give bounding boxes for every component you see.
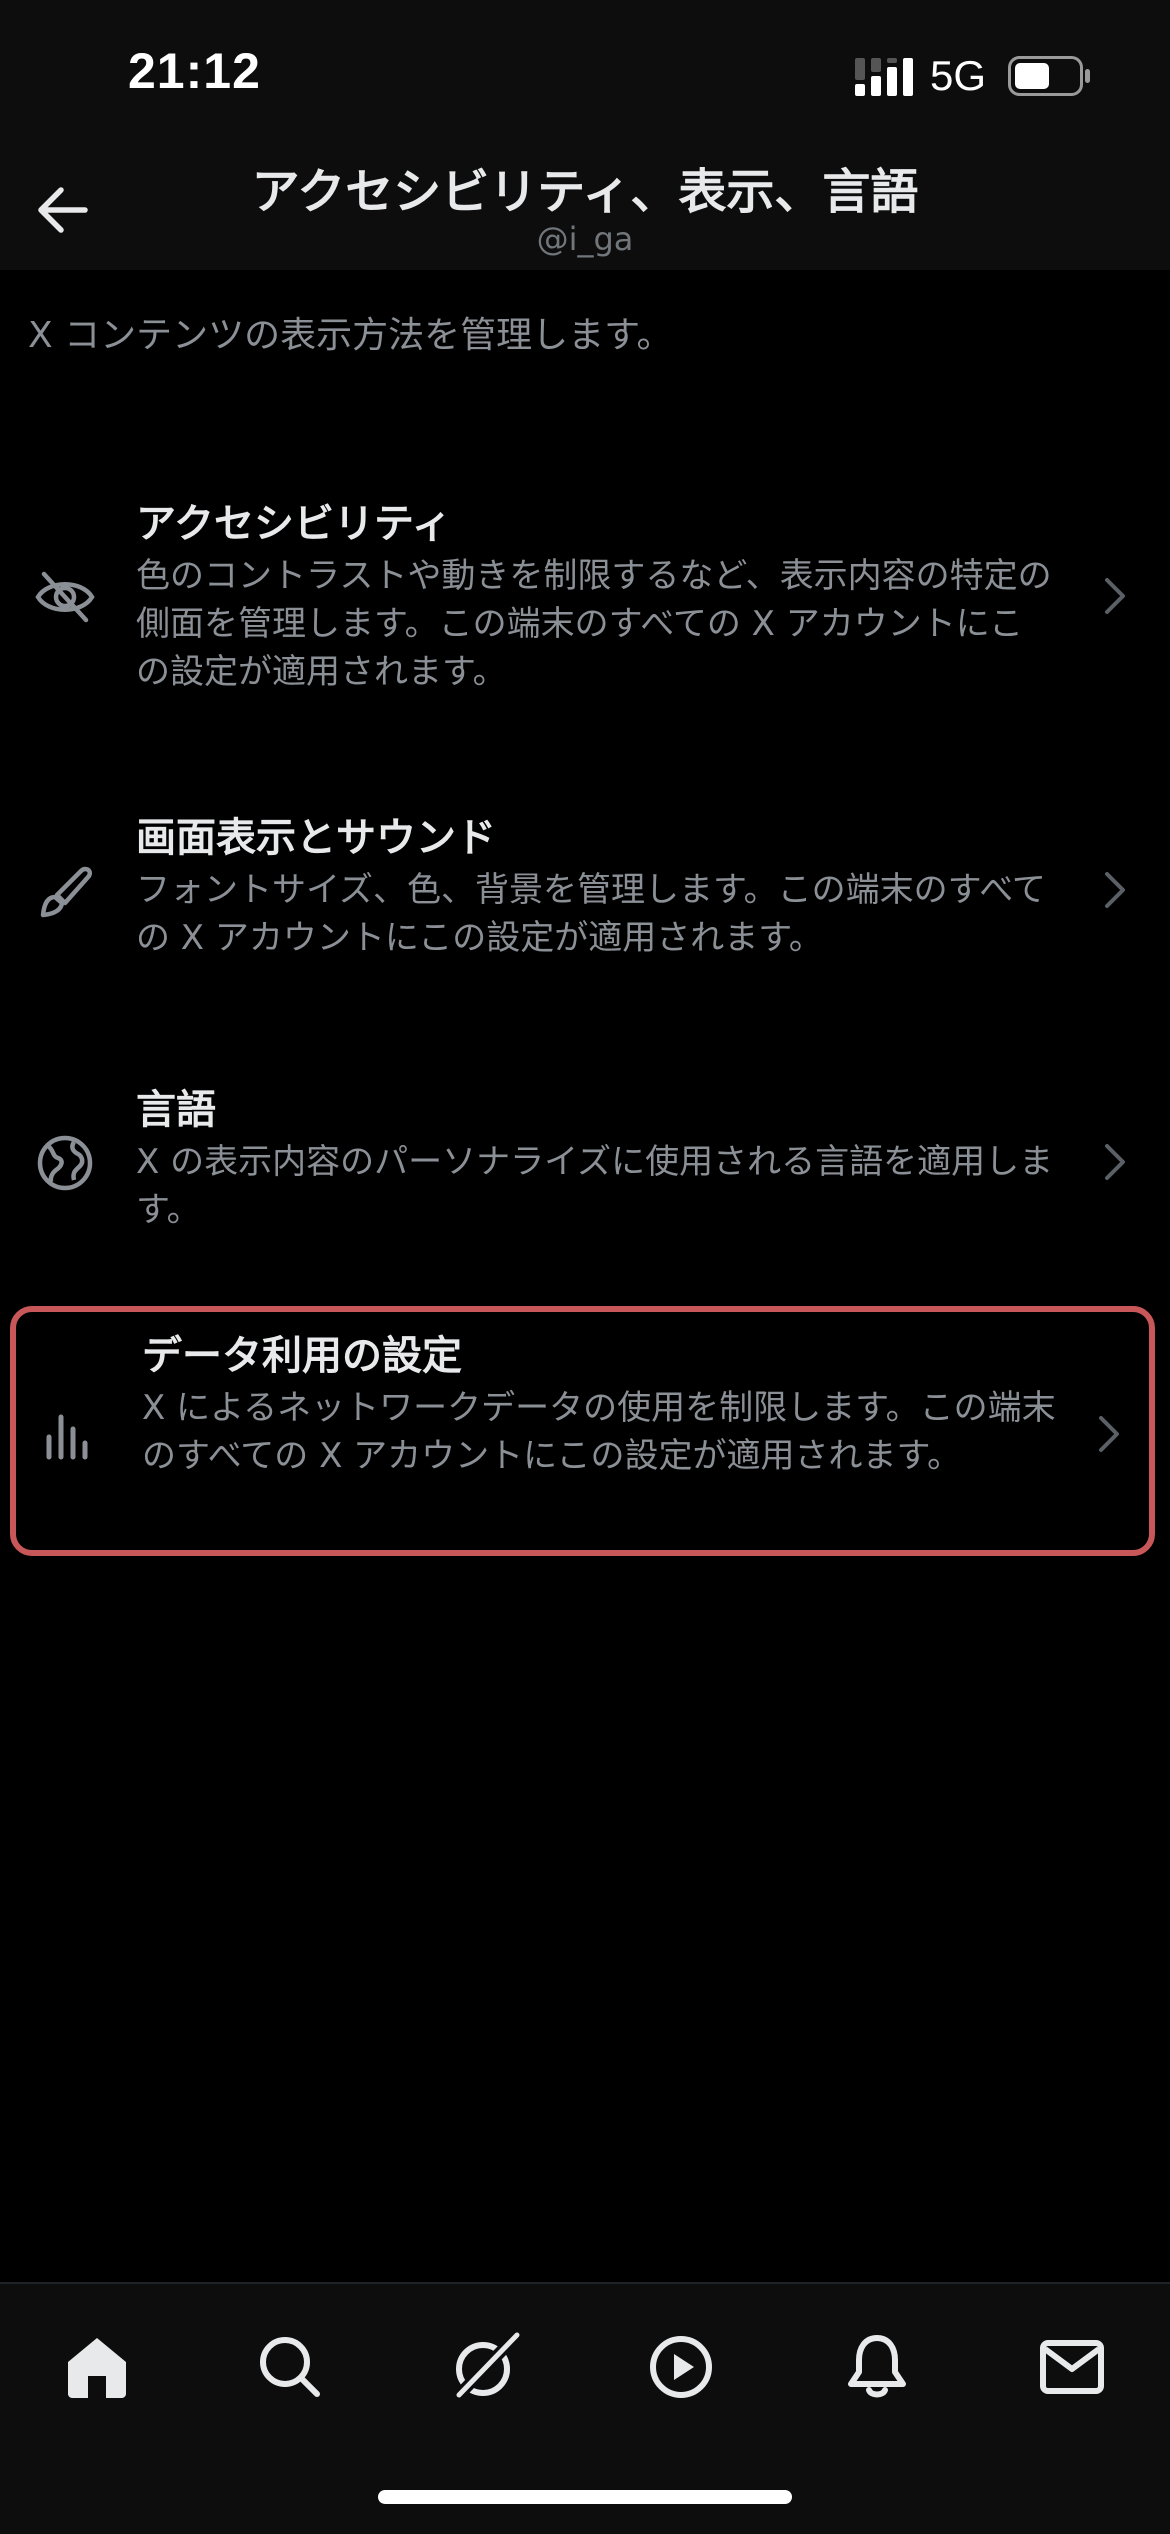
home-indicator[interactable] xyxy=(378,2490,792,2504)
chevron-right-icon xyxy=(1095,566,1135,626)
globe-icon xyxy=(30,1128,100,1198)
brush-icon xyxy=(30,858,100,928)
home-icon xyxy=(68,2338,126,2398)
status-bar: 21:12 5G xyxy=(0,0,1170,130)
chevron-right-icon xyxy=(1095,1132,1135,1192)
tab-video[interactable] xyxy=(636,2322,726,2412)
header: アクセシビリティ、表示、言語 @i_ga xyxy=(0,130,1170,270)
tab-grok[interactable] xyxy=(440,2322,530,2412)
tab-messages[interactable] xyxy=(1027,2322,1117,2412)
tab-notifications[interactable] xyxy=(832,2322,922,2412)
video-icon xyxy=(650,2336,712,2398)
item-description: 色のコントラストや動きを制限するなど、表示内容の特定の側面を管理します。この端末… xyxy=(136,556,1052,692)
status-time: 21:12 xyxy=(128,43,261,99)
mail-icon xyxy=(1040,2340,1104,2394)
account-handle: @i_ga xyxy=(536,220,634,258)
chevron-right-icon xyxy=(1095,860,1135,920)
search-icon xyxy=(260,2337,320,2397)
settings-item-accessibility[interactable]: アクセシビリティ 色のコントラストや動きを制限するなど、表示内容の特定の側面を管… xyxy=(10,486,1155,706)
bar-chart-icon xyxy=(36,1400,106,1470)
item-description: X によるネットワークデータの使用を制限します。この端末のすべての X アカウン… xyxy=(142,1388,1056,1476)
eye-slash-icon xyxy=(30,562,100,632)
item-title: 画面表示とサウンド xyxy=(136,815,496,861)
item-description: フォントサイズ、色、背景を管理します。この端末のすべての X アカウントにこの設… xyxy=(136,870,1046,958)
cellular-signal-icon xyxy=(855,58,913,96)
bell-icon xyxy=(848,2335,906,2398)
tab-search[interactable] xyxy=(245,2322,335,2412)
item-title: 言語 xyxy=(136,1087,216,1133)
page-title: アクセシビリティ、表示、言語 xyxy=(251,164,919,220)
item-title: アクセシビリティ xyxy=(136,501,452,547)
settings-item-data-usage[interactable]: データ利用の設定 X によるネットワークデータの使用を制限します。この端末のすべ… xyxy=(10,1306,1155,1556)
battery-icon xyxy=(1008,56,1090,96)
settings-item-display-sound[interactable]: 画面表示とサウンド フォントサイズ、色、背景を管理します。この端末のすべての X… xyxy=(10,800,1155,980)
page-description: X コンテンツの表示方法を管理します。 xyxy=(28,315,673,356)
item-description: X の表示内容のパーソナライズに使用される言語を適用します。 xyxy=(136,1142,1054,1230)
grok-icon xyxy=(452,2330,522,2402)
settings-item-languages[interactable]: 言語 X の表示内容のパーソナライズに使用される言語を適用します。 xyxy=(10,1072,1155,1252)
tab-home[interactable] xyxy=(52,2322,142,2412)
chevron-right-icon xyxy=(1089,1404,1129,1464)
network-type: 5G xyxy=(930,52,987,99)
item-title: データ利用の設定 xyxy=(142,1333,462,1379)
